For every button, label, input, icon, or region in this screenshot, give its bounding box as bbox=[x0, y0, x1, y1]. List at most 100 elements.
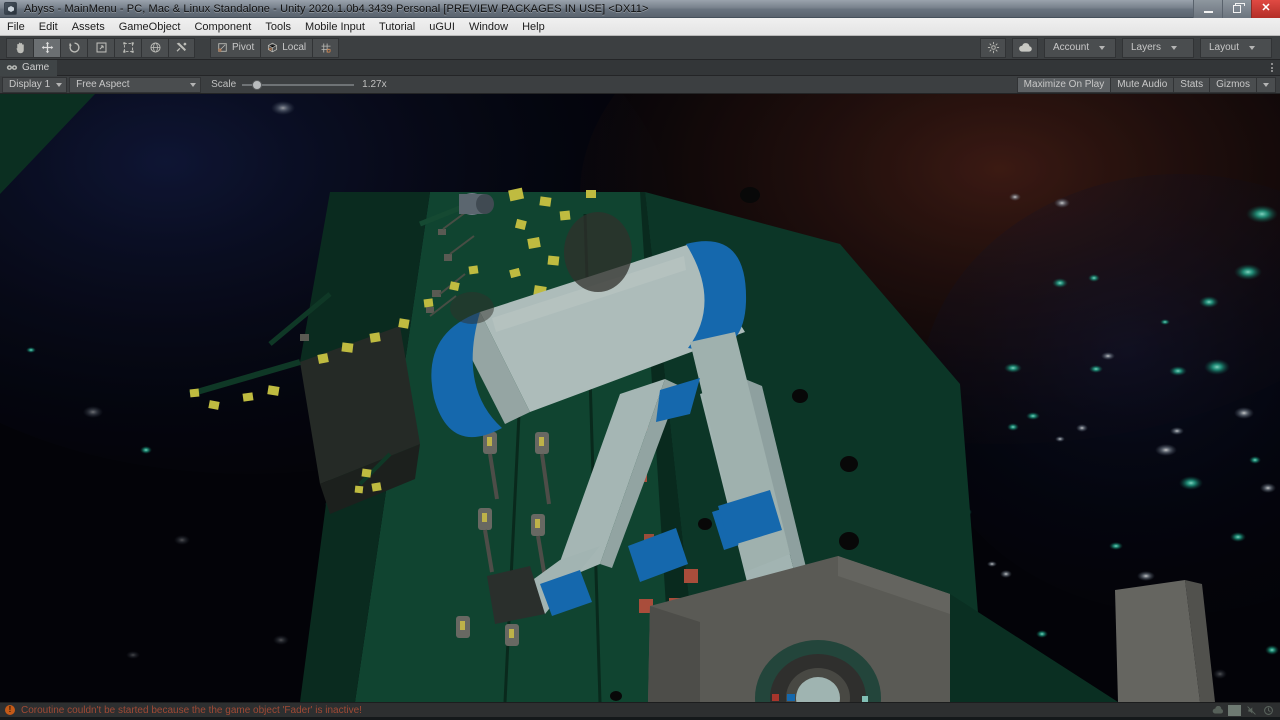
rect-tool-button[interactable] bbox=[114, 37, 141, 58]
stats-label: Stats bbox=[1180, 79, 1204, 90]
chevron-down-icon bbox=[190, 82, 197, 87]
menu-item-ugui[interactable]: uGUI bbox=[422, 18, 462, 36]
menu-item-component[interactable]: Component bbox=[187, 18, 258, 36]
menu-item-tutorial[interactable]: Tutorial bbox=[372, 18, 422, 36]
chevron-down-icon bbox=[1249, 45, 1256, 50]
scale-slider-handle[interactable] bbox=[252, 79, 263, 90]
account-dropdown[interactable]: Account bbox=[1044, 37, 1116, 58]
progress-icon[interactable] bbox=[1228, 704, 1241, 716]
menu-item-file[interactable]: File bbox=[0, 18, 32, 36]
status-message: Coroutine couldn't be started because th… bbox=[21, 704, 362, 716]
refresh-status-icon[interactable] bbox=[1262, 705, 1275, 716]
window-title: Abyss - MainMenu - PC, Mac & Linux Stand… bbox=[24, 2, 649, 15]
unity-editor-window: Abyss - MainMenu - PC, Mac & Linux Stand… bbox=[0, 0, 1280, 720]
collab-button[interactable] bbox=[1012, 37, 1038, 58]
window-controls: ✕ bbox=[1193, 0, 1280, 18]
maximize-on-play-label: Maximize On Play bbox=[1023, 79, 1105, 90]
aspect-dropdown[interactable]: Free Aspect bbox=[69, 76, 202, 93]
toolbar-right-group: Account Layers Layout bbox=[980, 37, 1272, 58]
mute-audio-label: Mute Audio bbox=[1117, 79, 1168, 90]
pivot-button[interactable]: Pivot bbox=[210, 37, 261, 58]
scale-icon bbox=[96, 42, 106, 53]
scale-slider-track[interactable] bbox=[242, 79, 355, 90]
dock-tab-bar: Game bbox=[0, 59, 1280, 76]
wrench-icon bbox=[176, 42, 187, 52]
layout-dropdown[interactable]: Layout bbox=[1200, 37, 1272, 58]
rotate-icon bbox=[68, 42, 80, 53]
game-view-toggles: Maximize On Play Mute Audio Stats Gizmos bbox=[1016, 76, 1276, 93]
services-button[interactable] bbox=[980, 37, 1006, 58]
display-dropdown[interactable]: Display 1 bbox=[2, 76, 68, 93]
move-icon bbox=[41, 41, 53, 54]
scale-label: Scale bbox=[211, 79, 237, 90]
space-station-scene bbox=[0, 94, 1280, 702]
menu-item-tools[interactable]: Tools bbox=[258, 18, 298, 36]
menu-item-gameobject[interactable]: GameObject bbox=[112, 18, 188, 36]
maximize-button[interactable] bbox=[1222, 0, 1251, 18]
game-view-toolbar: Display 1 Free Aspect Scale 1.27x Maximi… bbox=[0, 76, 1280, 94]
chevron-down-icon bbox=[1099, 45, 1106, 50]
mute-status-icon[interactable] bbox=[1245, 705, 1258, 716]
menu-item-mobileinput[interactable]: Mobile Input bbox=[298, 18, 372, 36]
grid-snap-button[interactable] bbox=[312, 37, 340, 58]
title-bar: Abyss - MainMenu - PC, Mac & Linux Stand… bbox=[0, 0, 1280, 18]
minimize-button[interactable] bbox=[1193, 0, 1222, 18]
scale-slider[interactable] bbox=[242, 79, 355, 90]
error-icon: ! bbox=[5, 705, 15, 715]
local-icon bbox=[268, 42, 278, 53]
kebab-menu-icon[interactable] bbox=[1271, 63, 1273, 72]
chevron-down-icon bbox=[1263, 82, 1269, 87]
restore-icon bbox=[1233, 2, 1245, 13]
scale-tool-button[interactable] bbox=[87, 37, 114, 58]
scale-value: 1.27x bbox=[362, 79, 387, 90]
menu-item-edit[interactable]: Edit bbox=[32, 18, 65, 36]
transform-tools-group bbox=[6, 37, 195, 58]
pivot-label: Pivot bbox=[232, 42, 255, 53]
unity-icon bbox=[4, 2, 17, 15]
handle-space-label: Local bbox=[282, 42, 307, 53]
layers-label: Layers bbox=[1131, 42, 1162, 53]
account-label: Account bbox=[1053, 42, 1090, 53]
menu-item-window[interactable]: Window bbox=[462, 18, 515, 36]
layers-dropdown[interactable]: Layers bbox=[1122, 37, 1194, 58]
move-tool-button[interactable] bbox=[33, 37, 60, 58]
layout-label: Layout bbox=[1209, 42, 1240, 53]
menu-item-help[interactable]: Help bbox=[515, 18, 552, 36]
gizmos-button[interactable]: Gizmos bbox=[1209, 76, 1256, 93]
hand-icon bbox=[15, 42, 24, 54]
mute-audio-button[interactable]: Mute Audio bbox=[1110, 76, 1174, 93]
gizmos-label: Gizmos bbox=[1216, 79, 1250, 90]
minimize-icon bbox=[1203, 10, 1213, 13]
display-label: Display 1 bbox=[9, 79, 51, 90]
status-icons bbox=[1211, 704, 1275, 716]
tab-game[interactable]: Game bbox=[0, 59, 58, 76]
chevron-down-icon bbox=[1171, 45, 1178, 50]
handle-space-button[interactable]: Local bbox=[260, 37, 313, 58]
grid-snap-icon bbox=[321, 43, 331, 53]
services-icon bbox=[987, 41, 999, 54]
game-view-render[interactable] bbox=[0, 94, 1280, 702]
main-toolbar: Pivot Local Account Layers Layout bbox=[0, 36, 1280, 94]
cloud-icon bbox=[1018, 43, 1032, 52]
transform-icon bbox=[149, 42, 161, 53]
status-bar[interactable]: ! Coroutine couldn't be started because … bbox=[0, 702, 1280, 717]
game-view-icon bbox=[6, 65, 18, 70]
close-icon: ✕ bbox=[1261, 2, 1271, 14]
tab-game-label: Game bbox=[22, 62, 50, 73]
gizmos-dropdown[interactable] bbox=[1256, 76, 1276, 93]
maximize-on-play-button[interactable]: Maximize On Play bbox=[1016, 76, 1111, 93]
custom-tool-button[interactable] bbox=[168, 37, 195, 58]
stats-button[interactable]: Stats bbox=[1173, 76, 1210, 93]
menu-bar: File Edit Assets GameObject Component To… bbox=[0, 18, 1280, 36]
transform-tool-button[interactable] bbox=[141, 37, 168, 58]
close-button[interactable]: ✕ bbox=[1251, 0, 1280, 18]
chevron-down-icon bbox=[56, 82, 63, 87]
pivot-icon bbox=[218, 43, 227, 52]
rotate-tool-button[interactable] bbox=[60, 37, 87, 58]
pivot-group: Pivot Local bbox=[210, 37, 340, 58]
hand-tool-button[interactable] bbox=[6, 37, 33, 58]
rect-icon bbox=[122, 42, 134, 53]
menu-item-assets[interactable]: Assets bbox=[65, 18, 112, 36]
aspect-label: Free Aspect bbox=[76, 79, 130, 90]
cloud-status-icon[interactable] bbox=[1211, 705, 1224, 716]
